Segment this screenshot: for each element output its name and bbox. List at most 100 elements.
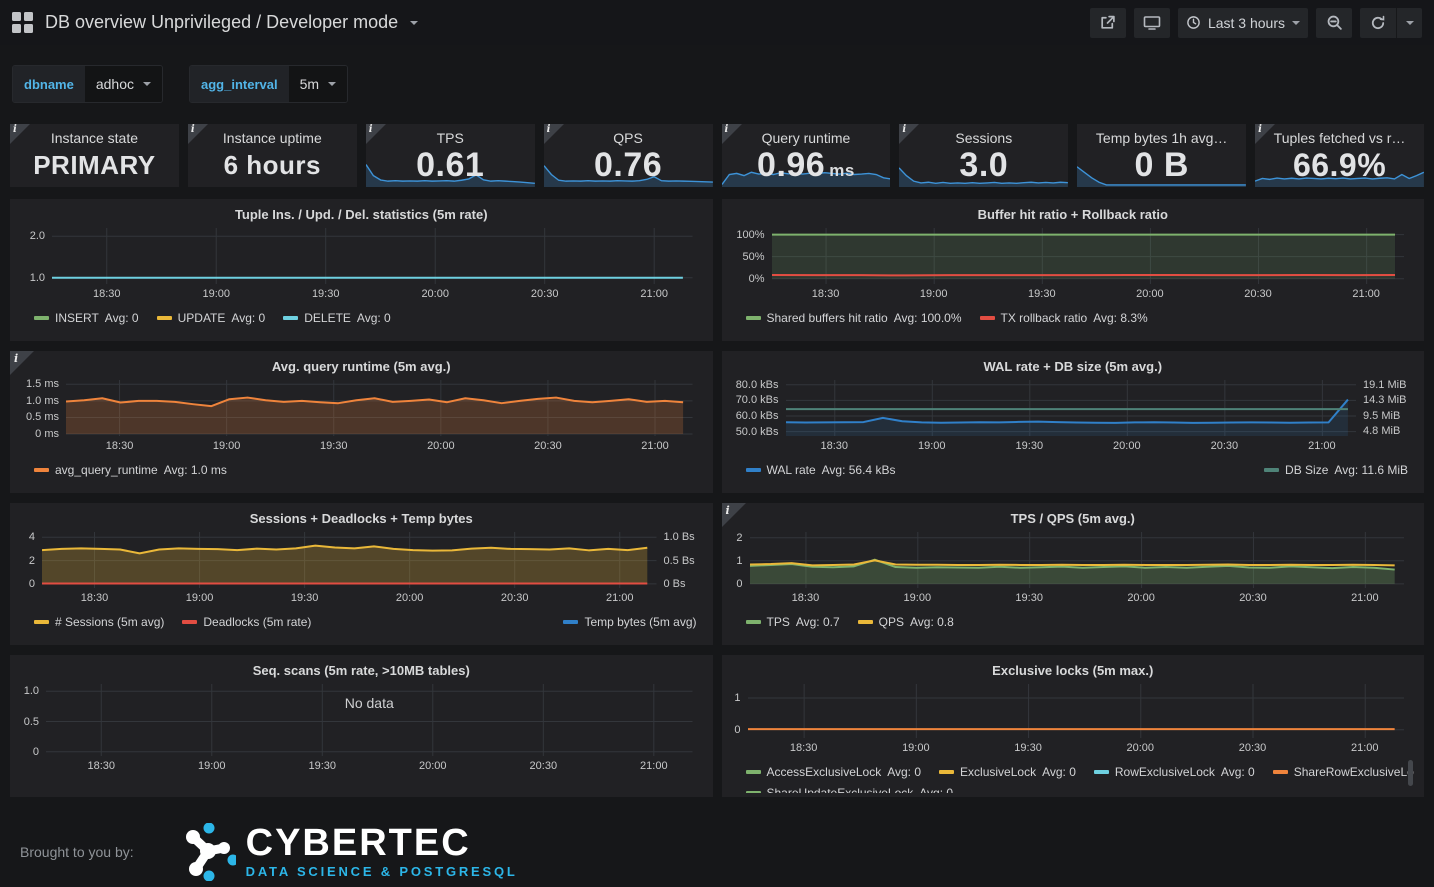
refresh-interval-button[interactable] [1396,8,1422,38]
x-tick-label: 20:30 [531,288,559,300]
y-tick-label: 0.5 ms [26,411,59,423]
variable-value-dropdown[interactable]: 5m [289,66,347,102]
legend-series-name: TX rollback ratio [1001,311,1088,325]
y-tick-label: 2 [29,555,35,567]
legend-item[interactable]: DB SizeAvg: 11.6 MiB [1264,463,1408,477]
stat-title[interactable]: Instance state [10,130,179,146]
legend-item[interactable]: RowExclusiveLockAvg: 0 [1094,765,1255,779]
legend-scrollbar[interactable] [1408,760,1413,786]
panel-title[interactable]: Avg. query runtime (5m avg.) [20,356,703,380]
panel-title[interactable]: TPS / QPS (5m avg.) [732,508,1415,532]
legend-item[interactable]: Shared buffers hit ratioAvg: 100.0% [746,311,962,325]
x-tick-label: 19:00 [920,288,948,300]
legend-series-color [858,620,873,624]
panel-title[interactable]: Exclusive locks (5m max.) [732,660,1415,684]
variable-value-dropdown[interactable]: adhoc [85,66,162,102]
stat-title[interactable]: Temp bytes 1h avg… [1077,130,1246,146]
panel-info-icon[interactable]: i [188,124,208,144]
legend-item[interactable]: INSERTAvg: 0 [34,311,139,325]
variable-value: adhoc [96,76,134,92]
panel-title[interactable]: Buffer hit ratio + Rollback ratio [732,204,1415,228]
legend-item[interactable]: # Sessions (5m avg) [34,615,164,629]
legend-series-avg: Avg: 0 [1221,765,1255,779]
y-axis-left: 420 [20,532,42,606]
stat-title[interactable]: TPS [366,130,535,146]
legend-item[interactable]: UPDATEAvg: 0 [157,311,266,325]
y-tick-label: 0 [33,746,39,758]
panel-info-icon[interactable]: i [722,124,742,144]
x-axis-labels: 18:3019:0019:3020:0020:3021:00 [748,738,1405,756]
stat-title[interactable]: Query runtime [722,130,891,146]
dashboard-title-caret-icon[interactable] [410,21,418,25]
x-tick-label: 19:30 [312,288,340,300]
legend-series-name: Deadlocks (5m rate) [203,615,311,629]
legend-series-name: avg_query_runtime [55,463,158,477]
time-range-picker[interactable]: Last 3 hours [1178,8,1308,38]
share-button[interactable] [1090,8,1126,38]
zoom-out-button[interactable] [1316,8,1352,38]
legend-item[interactable]: TX rollback ratioAvg: 8.3% [980,311,1148,325]
y-tick-label-right: 4.8 MiB [1363,425,1400,437]
x-tick-label: 21:00 [1308,440,1336,452]
panel-info-icon[interactable]: i [10,124,30,144]
x-tick-label: 19:30 [1015,592,1043,604]
legend-item[interactable]: Deadlocks (5m rate) [182,615,311,629]
legend-series-color [563,620,578,624]
x-tick-label: 20:30 [1239,742,1267,754]
legend-item[interactable]: QPSAvg: 0.8 [858,615,954,629]
variable-agg_interval: agg_interval5m [189,65,348,103]
tv-kiosk-button[interactable] [1134,8,1170,38]
plot-area [66,380,693,436]
legend-item[interactable]: avg_query_runtimeAvg: 1.0 ms [34,463,227,477]
dashboard-title[interactable]: DB overview Unprivileged / Developer mod… [45,12,398,33]
stat-title[interactable]: Sessions [899,130,1068,146]
legend: Shared buffers hit ratioAvg: 100.0% TX ro… [732,302,1415,337]
panel-title[interactable]: Tuple Ins. / Upd. / Del. statistics (5m … [20,204,703,228]
panel-info-icon[interactable]: i [366,124,386,144]
legend-item[interactable]: ShareRowExclusiveLockAvg: 0 [1273,765,1414,779]
legend-series-color [283,316,298,320]
plot-area [786,380,1357,436]
panel-title[interactable]: WAL rate + DB size (5m avg.) [732,356,1415,380]
legend-item[interactable]: ShareUpdateExclusiveLockAvg: 0 [746,786,954,794]
x-tick-label: 18:30 [820,440,848,452]
panel-title[interactable]: Seq. scans (5m rate, >10MB tables) [20,660,703,684]
y-tick-label: 50% [742,251,764,263]
legend-item[interactable]: ExclusiveLockAvg: 0 [939,765,1076,779]
legend-series-color [939,770,954,774]
y-tick-label: 4 [29,531,35,543]
x-axis-labels: 18:3019:0019:3020:0020:3021:00 [46,756,693,774]
panel-info-icon[interactable]: i [1255,124,1275,144]
panel-title[interactable]: Sessions + Deadlocks + Temp bytes [20,508,703,532]
legend-item[interactable]: Temp bytes (5m avg) [563,615,696,629]
x-tick-label: 20:00 [421,288,449,300]
panel-info-icon[interactable]: i [10,351,34,375]
panel-avg-query-runtime: iAvg. query runtime (5m avg.)1.5 ms1.0 m… [10,351,713,493]
legend-series-color [34,620,49,624]
x-tick-label: 19:00 [202,288,230,300]
panel-info-icon[interactable]: i [722,503,746,527]
refresh-button[interactable] [1360,8,1396,38]
panel-info-icon[interactable]: i [899,124,919,144]
stat-title[interactable]: Tuples fetched vs r… [1255,130,1424,146]
stat-value: 6 hours [188,146,357,184]
y-tick-label-right: 1.0 Bs [664,531,695,543]
panel-info-icon[interactable]: i [544,124,564,144]
dashboard-grid-icon[interactable] [12,12,33,33]
y-tick-label-right: 9.5 MiB [1363,410,1400,422]
y-axis-left: 100%50%0% [732,228,772,302]
legend-item[interactable]: WAL rateAvg: 56.4 kBs [746,463,896,477]
legend-series-color [157,316,172,320]
legend: WAL rateAvg: 56.4 kBs DB SizeAvg: 11.6 Mi… [732,454,1415,489]
y-tick-label: 1.0 [30,272,45,284]
legend-item[interactable]: DELETEAvg: 0 [283,311,391,325]
legend: # Sessions (5m avg) Deadlocks (5m rate) Te… [20,606,703,641]
legend-series-name: Shared buffers hit ratio [767,311,888,325]
legend-item[interactable]: TPSAvg: 0.7 [746,615,840,629]
legend-series-avg: Avg: 11.6 MiB [1334,463,1408,477]
panel-tps-qps: iTPS / QPS (5m avg.)21018:3019:0019:3020… [722,503,1425,645]
legend-item[interactable]: AccessExclusiveLockAvg: 0 [746,765,922,779]
stat-title[interactable]: QPS [544,130,713,146]
stat-value: PRIMARY [10,146,179,184]
stat-title[interactable]: Instance uptime [188,130,357,146]
